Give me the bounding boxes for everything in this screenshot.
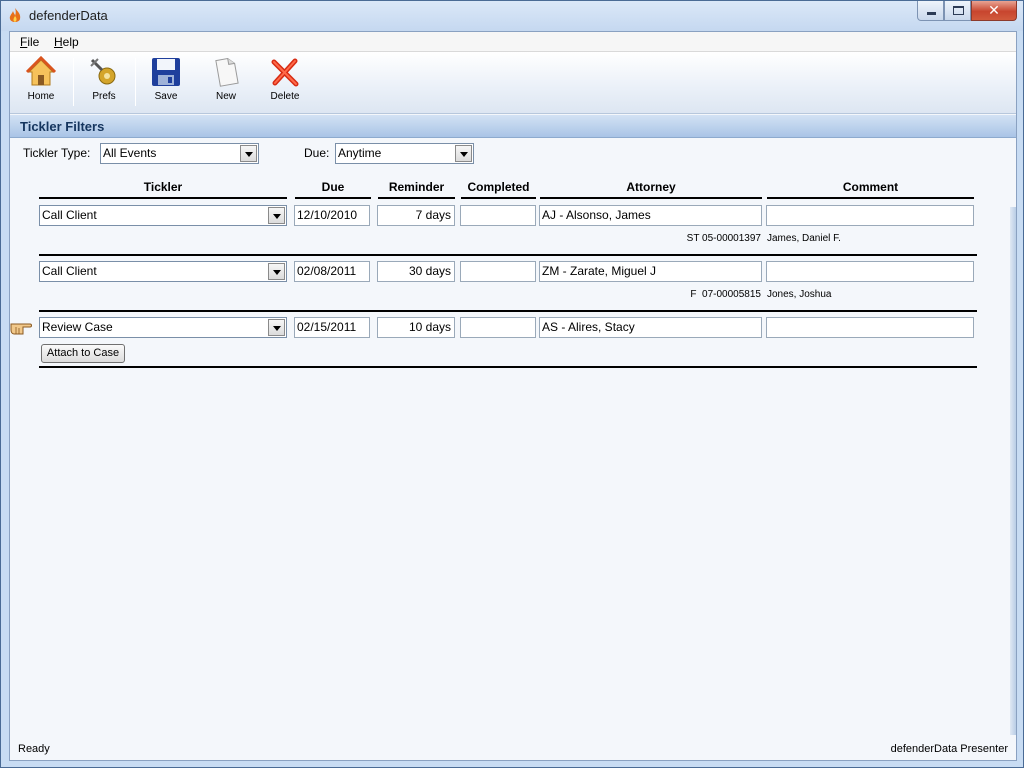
reminder-value: 30 days — [408, 264, 451, 278]
menu-file[interactable]: File — [16, 34, 43, 50]
tickler-select[interactable]: Call Client — [39, 205, 287, 226]
row-divider — [39, 366, 977, 368]
close-button[interactable]: ✕ — [971, 1, 1017, 21]
home-button[interactable]: Home — [13, 56, 69, 112]
due-date-value: 02/08/2011 — [297, 264, 357, 278]
due-date-field[interactable]: 12/10/2010 — [294, 205, 370, 226]
column-header-completed: Completed — [461, 179, 536, 199]
column-header-tickler: Tickler — [39, 179, 287, 199]
attorney-field[interactable]: AS - Alires, Stacy — [539, 317, 762, 338]
dropdown-arrow-icon[interactable] — [268, 207, 285, 224]
attach-to-case-button[interactable]: Attach to Case — [41, 344, 125, 363]
status-app-name: defenderData Presenter — [890, 743, 1008, 755]
flame-icon — [9, 8, 21, 22]
save-icon — [152, 58, 180, 86]
filter-bar: Tickler Type: All Events Due: Anytime — [10, 142, 1016, 168]
completed-field[interactable] — [460, 205, 536, 226]
reminder-value: 10 days — [408, 320, 451, 334]
toolbar-separator — [135, 58, 136, 106]
dropdown-arrow-icon[interactable] — [240, 145, 257, 162]
due-date-field[interactable]: 02/08/2011 — [294, 261, 370, 282]
comment-field[interactable] — [766, 205, 974, 226]
attorney-field[interactable]: ZM - Zarate, Miguel J — [539, 261, 762, 282]
comment-field[interactable] — [766, 317, 974, 338]
dropdown-arrow-icon[interactable] — [268, 319, 285, 336]
menu-file-label: ile — [27, 35, 40, 49]
pointing-hand-icon — [10, 323, 32, 335]
home-icon — [25, 56, 57, 86]
completed-field[interactable] — [460, 261, 536, 282]
dropdown-arrow-icon[interactable] — [268, 263, 285, 280]
case-number: ST 05-00001397 — [686, 233, 761, 244]
title-bar[interactable]: defenderData ✕ — [1, 1, 1023, 31]
reminder-field[interactable]: 30 days — [377, 261, 455, 282]
menu-help[interactable]: Help — [50, 34, 83, 50]
new-button[interactable]: New — [198, 56, 254, 112]
scroll-edge — [1010, 207, 1016, 735]
toolbar-separator — [73, 58, 74, 106]
column-header-reminder: Reminder — [378, 179, 455, 199]
status-bar: Ready defenderData Presenter — [10, 740, 1016, 760]
due-filter-value: Anytime — [338, 146, 382, 160]
row-divider — [39, 254, 977, 256]
prefs-button[interactable]: Prefs — [76, 56, 132, 112]
maximize-button[interactable] — [944, 1, 971, 21]
client-name: Jones, Joshua — [767, 289, 832, 300]
column-header-attorney: Attorney — [540, 179, 762, 199]
toolbar: Home Prefs Save New Delete — [10, 52, 1016, 114]
tickler-select[interactable]: Call Client — [39, 261, 287, 282]
column-header-comment: Comment — [767, 179, 974, 199]
maximize-icon — [953, 6, 964, 15]
menu-bar: File Help — [10, 32, 1016, 52]
minimize-button[interactable] — [917, 1, 944, 21]
reminder-field[interactable]: 10 days — [377, 317, 455, 338]
new-document-icon — [215, 57, 239, 87]
client-name: James, Daniel F. — [767, 233, 841, 244]
due-filter-select[interactable]: Anytime — [335, 143, 474, 164]
column-header-due: Due — [295, 179, 371, 199]
window-title: defenderData — [29, 8, 108, 23]
prefs-label: Prefs — [92, 91, 116, 102]
delete-icon — [271, 58, 299, 87]
menu-help-accelerator: H — [54, 35, 63, 49]
save-label: Save — [154, 91, 178, 102]
reminder-field[interactable]: 7 days — [377, 205, 455, 226]
row-divider — [39, 310, 977, 312]
tickler-type-label: Tickler Type: — [23, 146, 91, 160]
app-window: defenderData ✕ File Help Home Prefs Save… — [0, 0, 1024, 768]
completed-field[interactable] — [460, 317, 536, 338]
attorney-value: ZM - Zarate, Miguel J — [542, 264, 657, 278]
save-button[interactable]: Save — [138, 56, 194, 112]
due-date-value: 02/15/2011 — [297, 320, 357, 334]
tickler-select[interactable]: Review Case — [39, 317, 287, 338]
due-date-field[interactable]: 02/15/2011 — [294, 317, 370, 338]
tickler-value: Call Client — [42, 264, 97, 278]
comment-field[interactable] — [766, 261, 974, 282]
attorney-value: AS - Alires, Stacy — [542, 320, 635, 334]
delete-button[interactable]: Delete — [257, 56, 313, 112]
attorney-field[interactable]: AJ - Alsonso, James — [539, 205, 762, 226]
tickler-type-select[interactable]: All Events — [100, 143, 259, 164]
new-label: New — [215, 91, 236, 102]
client-area: File Help Home Prefs Save New Delete Tic… — [9, 31, 1017, 761]
home-label: Home — [27, 91, 55, 102]
due-filter-label: Due: — [304, 146, 330, 160]
close-icon: ✕ — [988, 2, 1000, 18]
tickler-value: Review Case — [42, 320, 113, 334]
tickler-value: Call Client — [42, 208, 97, 222]
tickler-type-value: All Events — [103, 146, 157, 160]
delete-label: Delete — [270, 91, 300, 102]
case-number: F 07-00005815 — [690, 289, 761, 300]
status-text: Ready — [18, 743, 50, 755]
prefs-icon — [90, 58, 116, 85]
due-date-value: 12/10/2010 — [297, 208, 358, 222]
window-controls: ✕ — [917, 1, 1017, 21]
dropdown-arrow-icon[interactable] — [455, 145, 472, 162]
attorney-value: AJ - Alsonso, James — [542, 208, 651, 222]
section-title: Tickler Filters — [20, 119, 105, 134]
section-header: Tickler Filters — [10, 115, 1016, 138]
minimize-icon — [927, 12, 936, 15]
menu-help-label: elp — [62, 35, 79, 49]
reminder-value: 7 days — [415, 208, 451, 222]
